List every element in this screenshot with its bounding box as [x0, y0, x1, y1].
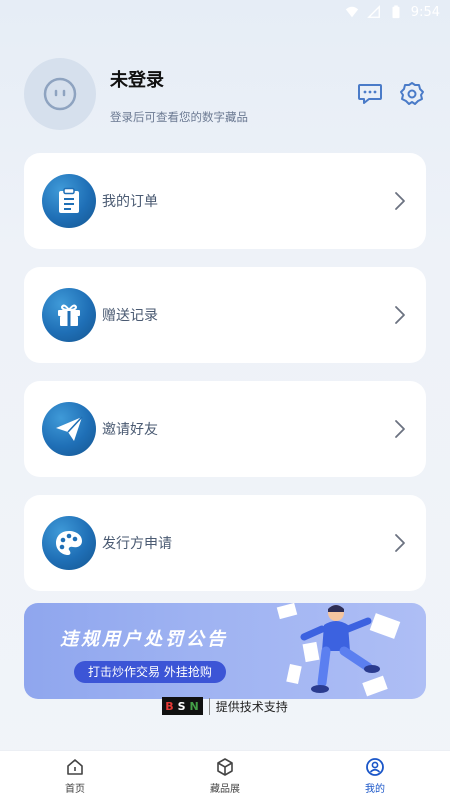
- home-icon: [67, 758, 83, 775]
- tab-label: 首页: [65, 783, 85, 795]
- chevron-right-icon: [395, 420, 405, 438]
- status-time: 9:54: [410, 4, 440, 20]
- tab-mine[interactable]: 我的: [300, 751, 450, 800]
- menu-item-label: 赠送记录: [102, 308, 158, 324]
- menu-item-orders[interactable]: 我的订单: [24, 153, 426, 249]
- avatar-face-icon: [43, 77, 77, 111]
- signal-icon: [366, 5, 380, 18]
- chevron-right-icon: [395, 306, 405, 324]
- gift-icon: [42, 288, 96, 342]
- menu-item-label: 邀请好友: [102, 422, 158, 438]
- bsn-logo: BSN: [162, 697, 203, 715]
- wifi-icon: [345, 6, 358, 18]
- tech-support-footer: BSN 提供技术支持: [0, 695, 450, 717]
- battery-icon: [392, 5, 400, 19]
- profile-header: 未登录 登录后可查看您的数字藏品: [24, 58, 426, 130]
- banner-pill: 打击炒作交易 外挂抢购: [74, 661, 226, 683]
- menu-item-gift-records[interactable]: 赠送记录: [24, 267, 426, 363]
- menu-item-invite-friends[interactable]: 邀请好友: [24, 381, 426, 477]
- profile-name[interactable]: 未登录: [110, 66, 164, 92]
- penalty-notice-banner[interactable]: 违规用户处罚公告 打击炒作交易 外挂抢购: [24, 603, 426, 699]
- status-bar: 9:54: [0, 0, 450, 24]
- avatar[interactable]: [24, 58, 96, 130]
- running-figure-illustration: [276, 603, 401, 697]
- palette-icon: [42, 516, 96, 570]
- cube-icon: [217, 757, 233, 776]
- bottom-tab-bar: 首页 藏品展 我的: [0, 750, 450, 800]
- menu-item-label: 发行方申请: [102, 536, 172, 552]
- chevron-right-icon: [395, 534, 405, 552]
- tab-collection-gallery[interactable]: 藏品展: [150, 751, 300, 800]
- chevron-right-icon: [395, 192, 405, 210]
- paper-plane-icon: [42, 402, 96, 456]
- message-icon[interactable]: [356, 80, 384, 108]
- banner-title: 违规用户处罚公告: [60, 629, 228, 650]
- settings-icon[interactable]: [398, 80, 426, 108]
- menu-item-issuer-application[interactable]: 发行方申请: [24, 495, 426, 591]
- profile-hint: 登录后可查看您的数字藏品: [110, 110, 248, 124]
- tab-label: 藏品展: [210, 783, 240, 795]
- clipboard-icon: [42, 174, 96, 228]
- tab-home[interactable]: 首页: [0, 751, 150, 800]
- tab-label: 我的: [365, 783, 385, 795]
- user-icon: [366, 757, 384, 776]
- menu-item-label: 我的订单: [102, 194, 158, 210]
- tech-support-text: 提供技术支持: [208, 697, 288, 715]
